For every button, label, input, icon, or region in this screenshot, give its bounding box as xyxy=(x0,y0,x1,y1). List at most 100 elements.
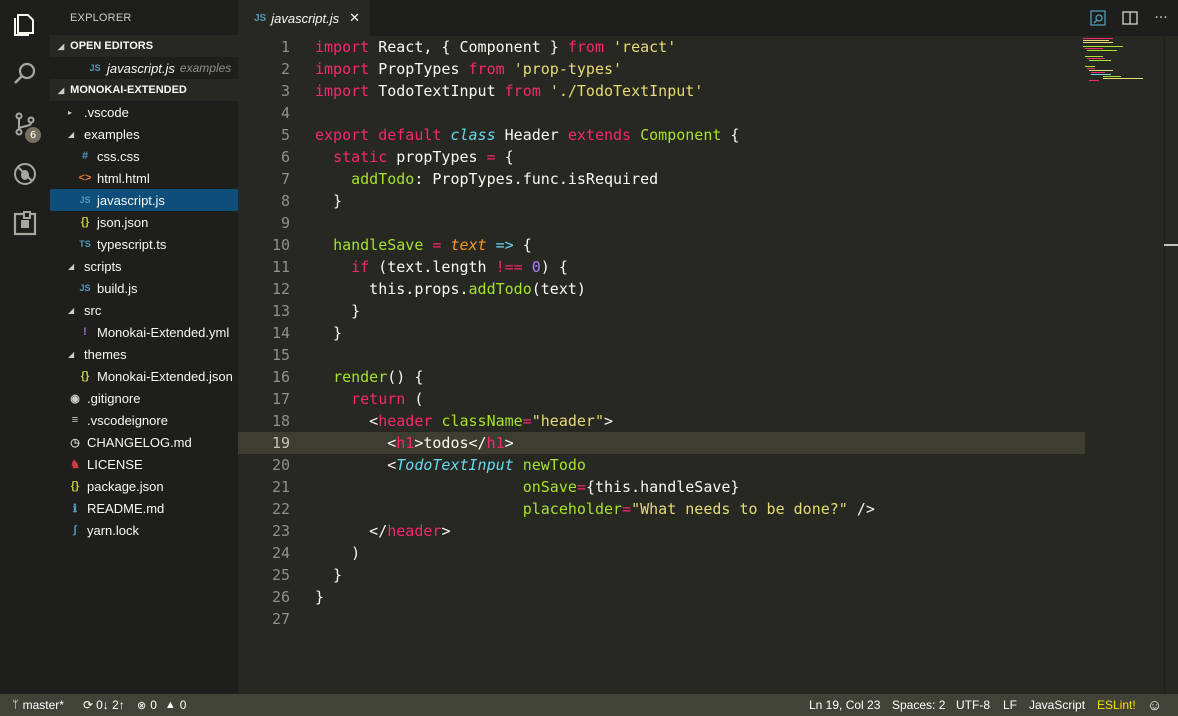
line-text: handleSave = text => { xyxy=(333,236,532,254)
minimap[interactable] xyxy=(1083,36,1163,96)
tree-item-label: .vscodeignore xyxy=(87,412,168,428)
chevron-down-icon[interactable]: ◢ xyxy=(68,350,78,359)
chevron-down-icon: ◢ xyxy=(58,41,65,51)
tree-item-label: javascript.js xyxy=(97,192,165,208)
typescript-file-icon: TS xyxy=(79,239,91,249)
end-of-line[interactable]: LF xyxy=(1003,694,1017,716)
tree-item[interactable]: ♞ LICENSE xyxy=(50,453,238,475)
open-editor-name: javascript.js xyxy=(107,60,175,76)
tree-item-label: typescript.ts xyxy=(97,236,167,252)
tree-item-label: scripts xyxy=(84,258,122,274)
line-text: } xyxy=(315,302,361,320)
line-text: addTodo: PropTypes.func.isRequired xyxy=(351,170,659,188)
problems-indicator[interactable]: ⊗ 0 ▲ 0 xyxy=(137,694,186,716)
tree-item[interactable]: ◢ scripts xyxy=(50,255,238,277)
branch-indicator[interactable]: ᛘ master* xyxy=(12,694,64,716)
line-number: 1 xyxy=(280,38,290,56)
eslint-status[interactable]: ESLint! xyxy=(1097,694,1136,716)
open-editors-header[interactable]: ◢ OPEN EDITORS xyxy=(50,35,238,57)
code-line: 7 addTodo: PropTypes.func.isRequired xyxy=(238,168,1085,190)
code-line: 22 placeholder="What needs to be done?" … xyxy=(238,498,1085,520)
code-line: 20 <TodoTextInput newTodo xyxy=(238,454,1085,476)
tree-item[interactable]: ℹ README.md xyxy=(50,497,238,519)
tree-item[interactable]: ◷ CHANGELOG.md xyxy=(50,431,238,453)
line-text: import React, { Component } from 'react' xyxy=(315,38,677,56)
split-editor-button[interactable] xyxy=(1118,8,1142,28)
open-preview-button[interactable] xyxy=(1086,8,1110,28)
line-text: onSave={this.handleSave} xyxy=(522,478,740,496)
line-number: 9 xyxy=(280,214,290,232)
line-text: } xyxy=(315,588,325,606)
branch-label: master* xyxy=(22,698,64,712)
search-icon xyxy=(14,62,36,84)
tree-item[interactable]: # css.css xyxy=(50,145,238,167)
line-number: 17 xyxy=(271,390,290,408)
cursor-position[interactable]: Ln 19, Col 23 xyxy=(809,694,880,716)
tree-item[interactable]: ◉ .gitignore xyxy=(50,387,238,409)
language-mode[interactable]: JavaScript xyxy=(1029,694,1085,716)
tree-item-label: Monokai-Extended.yml xyxy=(97,324,230,340)
encoding[interactable]: UTF-8 xyxy=(956,694,990,716)
tree-item[interactable]: ʃ yarn.lock xyxy=(50,519,238,541)
tree-item[interactable]: <> html.html xyxy=(50,167,238,189)
tab-javascript-js[interactable]: JS javascript.js ✕ xyxy=(238,0,370,36)
tree-item[interactable]: ◢ themes xyxy=(50,343,238,365)
chevron-down-icon[interactable]: ◢ xyxy=(68,306,78,315)
activity-bar: 6 xyxy=(0,0,50,694)
code-line: 8 } xyxy=(238,190,1085,212)
tree-item[interactable]: {} Monokai-Extended.json xyxy=(50,365,238,387)
close-icon[interactable]: ✕ xyxy=(349,10,360,26)
more-actions-button[interactable]: ··· xyxy=(1150,8,1172,28)
javascript-file-icon: JS xyxy=(89,63,101,73)
source-control-button[interactable]: 6 xyxy=(0,100,50,148)
line-text: export default class Header extends Comp… xyxy=(315,126,740,144)
tree-item[interactable]: {} package.json xyxy=(50,475,238,497)
warning-icon: ▲ xyxy=(164,699,176,711)
search-button[interactable] xyxy=(0,50,50,98)
line-text: import PropTypes from 'prop-types' xyxy=(315,60,623,78)
tree-item[interactable]: JS build.js xyxy=(50,277,238,299)
chevron-down-icon[interactable]: ◢ xyxy=(68,262,78,271)
sync-indicator[interactable]: ⟳ 0↓ 2↑ xyxy=(83,694,125,716)
tree-item-label: README.md xyxy=(87,500,165,516)
line-number: 27 xyxy=(271,610,290,628)
tree-item[interactable]: ◢ src xyxy=(50,299,238,321)
tree-item[interactable]: JS javascript.js xyxy=(50,189,238,211)
chevron-right-icon[interactable]: ▸ xyxy=(68,108,78,117)
chevron-down-icon[interactable]: ◢ xyxy=(68,130,78,139)
explorer-button[interactable] xyxy=(0,0,50,48)
line-number: 13 xyxy=(271,302,290,320)
github-icon: ◉ xyxy=(70,392,80,405)
feedback-smiley-icon[interactable]: ☺ xyxy=(1147,694,1162,716)
line-text: } xyxy=(315,566,343,584)
line-number: 25 xyxy=(271,566,290,584)
line-number: 5 xyxy=(280,126,290,144)
code-line: 9 xyxy=(238,212,1085,234)
line-text: render() { xyxy=(333,368,424,386)
open-editor-item[interactable]: JS javascript.js examples xyxy=(50,57,238,79)
line-text: <TodoTextInput newTodo xyxy=(315,456,586,474)
tree-item[interactable]: ◢ examples xyxy=(50,123,238,145)
project-header[interactable]: ◢ MONOKAI-EXTENDED xyxy=(50,79,238,101)
tree-item[interactable]: ▸ .vscode xyxy=(50,101,238,123)
line-number: 10 xyxy=(271,236,290,254)
extensions-button[interactable] xyxy=(0,200,50,248)
tree-item[interactable]: TS typescript.ts xyxy=(50,233,238,255)
tree-item-label: css.css xyxy=(97,148,140,164)
license-icon: ♞ xyxy=(70,458,80,471)
code-editor[interactable]: 1 import React, { Component } from 'react… xyxy=(238,36,1178,694)
tree-item[interactable]: ≡ .vscodeignore xyxy=(50,409,238,431)
git-branch-icon: ᛘ xyxy=(12,699,19,711)
editor-scrollbar[interactable] xyxy=(1164,36,1178,694)
tree-item[interactable]: {} json.json xyxy=(50,211,238,233)
code-line: 18 <header className="header"> xyxy=(238,410,1085,432)
tree-item[interactable]: ! Monokai-Extended.yml xyxy=(50,321,238,343)
code-line: 5 export default class Header extends Com… xyxy=(238,124,1085,146)
code-line: 17 return ( xyxy=(238,388,1085,410)
code-line: 15 xyxy=(238,344,1085,366)
json-file-icon: {} xyxy=(80,216,90,228)
indentation[interactable]: Spaces: 2 xyxy=(892,694,945,716)
debug-button[interactable] xyxy=(0,150,50,198)
line-text: static propTypes = { xyxy=(333,148,514,166)
tree-item-label: json.json xyxy=(97,214,149,230)
